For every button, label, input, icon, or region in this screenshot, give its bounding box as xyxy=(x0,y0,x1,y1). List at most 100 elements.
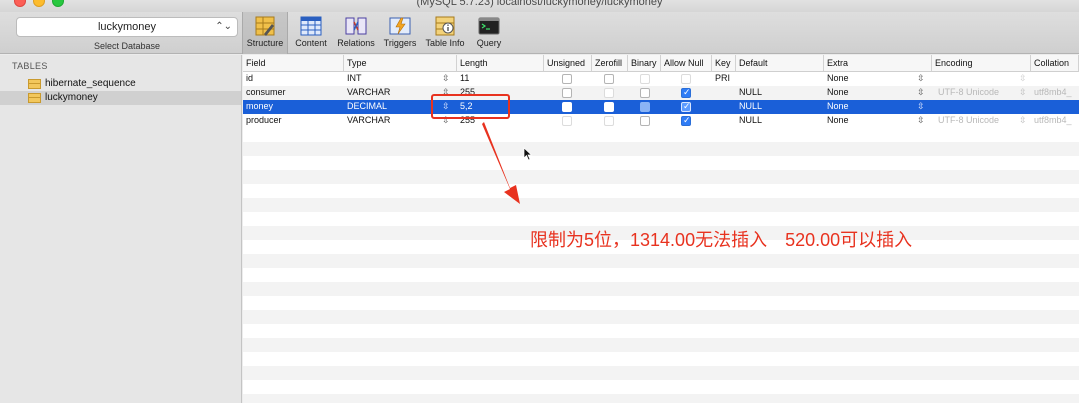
extra-updown-icon[interactable]: ⇳ xyxy=(917,87,925,98)
type-cell[interactable]: DECIMAL xyxy=(347,101,387,111)
zerofill-checkbox[interactable] xyxy=(604,88,614,98)
table-info-tab-label: Table Info xyxy=(425,38,465,48)
column-header-length[interactable]: Length xyxy=(457,55,544,72)
binary-checkbox[interactable] xyxy=(640,88,650,98)
content-tab[interactable]: Content xyxy=(288,12,334,54)
collation-cell[interactable]: utf8mb4_ xyxy=(1034,115,1072,125)
extra-cell[interactable]: None xyxy=(827,115,849,125)
column-header-zerofill[interactable]: Zerofill xyxy=(592,55,628,72)
column-header-binary[interactable]: Binary xyxy=(628,55,661,72)
collation-cell[interactable]: utf8mb4_ xyxy=(1034,87,1072,97)
encoding-updown-icon[interactable]: ⇳ xyxy=(1019,115,1027,126)
title-bar: (MySQL 5.7.23) localhost/luckymoney/luck… xyxy=(0,0,1079,12)
column-header-unsigned[interactable]: Unsigned xyxy=(544,55,592,72)
column-header-key[interactable]: Key xyxy=(712,55,736,72)
structure-tab-label: Structure xyxy=(246,38,284,48)
app-window: (MySQL 5.7.23) localhost/luckymoney/luck… xyxy=(0,0,1079,403)
extra-updown-icon[interactable]: ⇳ xyxy=(917,73,925,84)
unsigned-checkbox[interactable] xyxy=(562,88,572,98)
length-cell[interactable]: 11 xyxy=(460,73,469,83)
table-icon xyxy=(28,79,41,89)
default-cell[interactable]: NULL xyxy=(739,101,762,111)
structure-tab[interactable]: Structure xyxy=(242,12,288,54)
sidebar: TABLES hibernate_sequence luckymoney xyxy=(0,55,242,403)
content-icon xyxy=(300,16,322,36)
column-header-default[interactable]: Default xyxy=(736,55,824,72)
column-header-allow-null[interactable]: Allow Null xyxy=(661,55,712,72)
allow-null-checkbox[interactable] xyxy=(681,115,691,126)
highlight-box xyxy=(431,94,510,119)
query-tab-label: Query xyxy=(476,38,502,48)
sidebar-item-label: luckymoney xyxy=(45,92,98,103)
table-info-tab[interactable]: Table Info xyxy=(422,12,468,54)
extra-updown-icon[interactable]: ⇳ xyxy=(917,101,925,112)
unsigned-checkbox[interactable] xyxy=(562,102,572,112)
type-updown-icon[interactable]: ⇳ xyxy=(442,73,450,84)
relations-icon xyxy=(345,17,367,35)
updown-arrows-icon: ⌃⌄ xyxy=(215,21,232,32)
annotation-arrow-icon xyxy=(482,122,520,204)
sidebar-item-hibernate-sequence[interactable]: hibernate_sequence xyxy=(0,77,241,91)
type-cell[interactable]: INT xyxy=(347,73,362,83)
empty-rows xyxy=(243,128,1079,403)
allow-null-checkbox[interactable] xyxy=(681,74,691,84)
encoding-updown-icon[interactable]: ⇳ xyxy=(1019,87,1027,98)
zerofill-checkbox[interactable] xyxy=(604,74,614,84)
sidebar-item-luckymoney[interactable]: luckymoney xyxy=(0,91,241,105)
key-cell: PRI xyxy=(715,73,731,83)
relations-tab[interactable]: Relations xyxy=(333,12,379,54)
database-select[interactable]: luckymoney ⌃⌄ xyxy=(16,17,238,37)
structure-icon xyxy=(255,16,275,36)
table-info-icon xyxy=(435,16,455,36)
extra-cell[interactable]: None xyxy=(827,87,849,97)
field-cell[interactable]: money xyxy=(246,101,273,111)
table-row[interactable]: id INT ⇳ 11 PRI None ⇳ ⇳ xyxy=(243,72,1079,86)
encoding-cell[interactable]: UTF-8 Unicode xyxy=(938,115,999,125)
toolbar: luckymoney ⌃⌄ Select Database Structure xyxy=(0,12,1079,54)
binary-checkbox[interactable] xyxy=(640,116,650,126)
table-icon xyxy=(28,93,41,103)
extra-cell[interactable]: None xyxy=(827,101,849,111)
field-cell[interactable]: id xyxy=(246,73,253,83)
content-tab-label: Content xyxy=(295,38,327,48)
annotation-text: 限制为5位，1314.00无法插入 520.00可以插入 xyxy=(530,230,913,250)
table-row[interactable]: consumer VARCHAR ⇳ 255 NULL None ⇳ UTF-8… xyxy=(243,86,1079,100)
unsigned-checkbox[interactable] xyxy=(562,74,572,84)
table-row[interactable]: producer VARCHAR ⇳ 255 NULL None ⇳ UTF-8… xyxy=(243,114,1079,128)
binary-checkbox[interactable] xyxy=(640,102,650,112)
allow-null-checkbox[interactable] xyxy=(681,101,691,112)
tables-heading: TABLES xyxy=(12,61,48,71)
allow-null-checkbox[interactable] xyxy=(681,87,691,98)
triggers-tab-label: Triggers xyxy=(383,38,417,48)
window-title: (MySQL 5.7.23) localhost/luckymoney/luck… xyxy=(416,0,663,8)
column-header-collation[interactable]: Collation xyxy=(1031,55,1079,72)
column-header-extra[interactable]: Extra xyxy=(824,55,932,72)
relations-tab-label: Relations xyxy=(337,38,375,48)
column-header-field[interactable]: Field xyxy=(243,55,344,72)
encoding-cell[interactable]: UTF-8 Unicode xyxy=(938,87,999,97)
type-cell[interactable]: VARCHAR xyxy=(347,87,390,97)
database-select-caption: Select Database xyxy=(93,41,161,51)
sidebar-item-label: hibernate_sequence xyxy=(45,78,136,89)
mouse-cursor-icon xyxy=(523,147,533,161)
extra-updown-icon[interactable]: ⇳ xyxy=(917,115,925,126)
zerofill-checkbox[interactable] xyxy=(604,116,614,126)
triggers-icon xyxy=(389,17,411,35)
query-tab[interactable]: Query xyxy=(466,12,512,54)
triggers-tab[interactable]: Triggers xyxy=(377,12,423,54)
table-row-selected[interactable]: money DECIMAL ⇳ 5,2 NULL None ⇳ xyxy=(243,100,1079,114)
column-header-encoding[interactable]: Encoding xyxy=(932,55,1031,72)
column-header-type[interactable]: Type xyxy=(344,55,457,72)
binary-checkbox[interactable] xyxy=(640,74,650,84)
field-cell[interactable]: producer xyxy=(246,115,282,125)
default-cell[interactable]: NULL xyxy=(739,115,762,125)
unsigned-checkbox[interactable] xyxy=(562,116,572,126)
encoding-updown-icon[interactable]: ⇳ xyxy=(1019,73,1027,84)
type-cell[interactable]: VARCHAR xyxy=(347,115,390,125)
terminal-icon xyxy=(478,17,500,35)
field-cell[interactable]: consumer xyxy=(246,87,286,97)
zerofill-checkbox[interactable] xyxy=(604,102,614,112)
database-select-value: luckymoney xyxy=(97,21,157,33)
extra-cell[interactable]: None xyxy=(827,73,849,83)
default-cell[interactable]: NULL xyxy=(739,87,762,97)
